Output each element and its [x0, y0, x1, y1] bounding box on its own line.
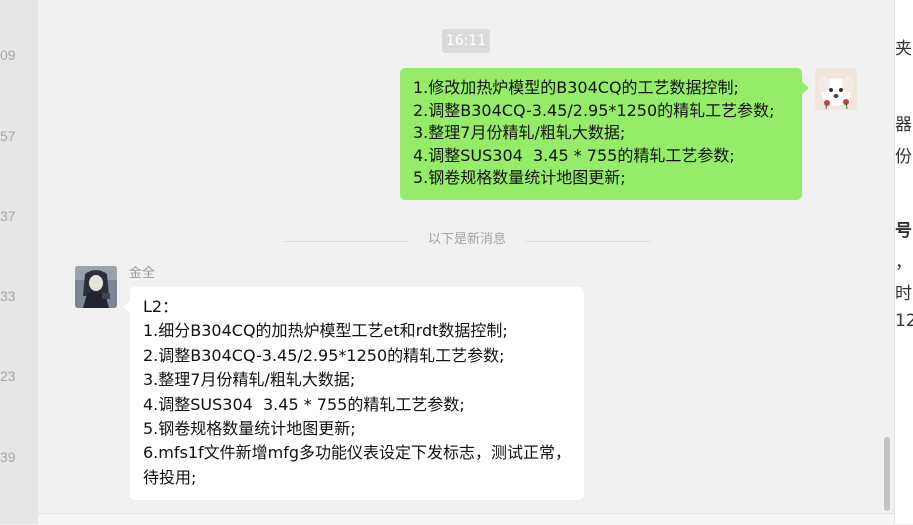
message-line: 6.mfs1f文件新增mfg多功能仪表设定下发标志，测试正常，待投用;	[143, 443, 572, 487]
message-line: 3.整理7月份精轧/粗轧大数据;	[143, 370, 356, 390]
input-toolbar-edge	[38, 513, 894, 525]
message-line: 5.钢卷规格数量统计地图更新;	[413, 168, 626, 187]
new-messages-divider: 以下是新消息	[284, 230, 650, 250]
message-line: 2.调整B304CQ-3.45/2.95*1250的精轧工艺参数;	[413, 100, 775, 120]
session-time: 39	[0, 449, 16, 465]
divider-label: 以下是新消息	[427, 232, 506, 247]
my-avatar[interactable]	[815, 68, 857, 110]
panel-text-fragment: 器2	[895, 115, 913, 135]
session-time: 57	[0, 128, 16, 144]
panel-text-fragment: 夹	[895, 39, 912, 59]
message-time-tag: 16:11	[442, 29, 490, 53]
character-avatar-icon	[75, 266, 117, 308]
message-line: 1.修改加热炉模型的B304CQ的工艺数据控制;	[413, 78, 739, 97]
session-time: 23	[0, 368, 16, 384]
message-line: 3.整理7月份精轧/粗轧大数据;	[413, 123, 626, 142]
session-time: 09	[0, 47, 16, 63]
message-line: 1.细分B304CQ的加热炉模型工艺et和rdt数据控制;	[143, 321, 508, 341]
sender-name: 金全	[129, 266, 156, 281]
session-time: 33	[0, 288, 16, 304]
my-message-bubble[interactable]: 1.修改加热炉模型的B304CQ的工艺数据控制; 2.调整B304CQ-3.45…	[400, 68, 809, 200]
panel-text-fragment: 时	[895, 284, 912, 304]
message-line: 5.钢卷规格数量统计地图更新;	[143, 419, 356, 439]
chat-scrollbar[interactable]	[884, 437, 890, 511]
puppy-avatar-icon	[815, 68, 857, 110]
panel-text-fragment: 12	[895, 311, 913, 331]
right-detail-panel: 夹 器2 份 号 ， 时 12	[894, 0, 913, 524]
chat-message-area[interactable]: 16:11 1.修改加热炉模型的B304CQ的工艺数据控制; 2.调整B304C…	[38, 0, 894, 525]
divider-line	[525, 241, 650, 242]
panel-text-fragment: 号	[895, 221, 912, 241]
panel-text-fragment: 份	[895, 147, 912, 167]
session-list-strip[interactable]: 09 57 37 33 23 39	[0, 0, 39, 524]
message-line: L2：	[143, 297, 179, 316]
sender-avatar[interactable]	[75, 266, 117, 308]
message-line: 2.调整B304CQ-3.45/2.95*1250的精轧工艺参数;	[143, 345, 505, 365]
message-line: 4.调整SUS304 3.45 * 755的精轧工艺参数;	[413, 145, 735, 165]
received-message-bubble[interactable]: L2： 1.细分B304CQ的加热炉模型工艺et和rdt数据控制; 2.调整B3…	[123, 287, 584, 501]
panel-text-fragment: ，	[895, 253, 912, 273]
session-time: 37	[0, 208, 16, 224]
message-line: 4.调整SUS304 3.45 * 755的精轧工艺参数;	[143, 394, 465, 414]
